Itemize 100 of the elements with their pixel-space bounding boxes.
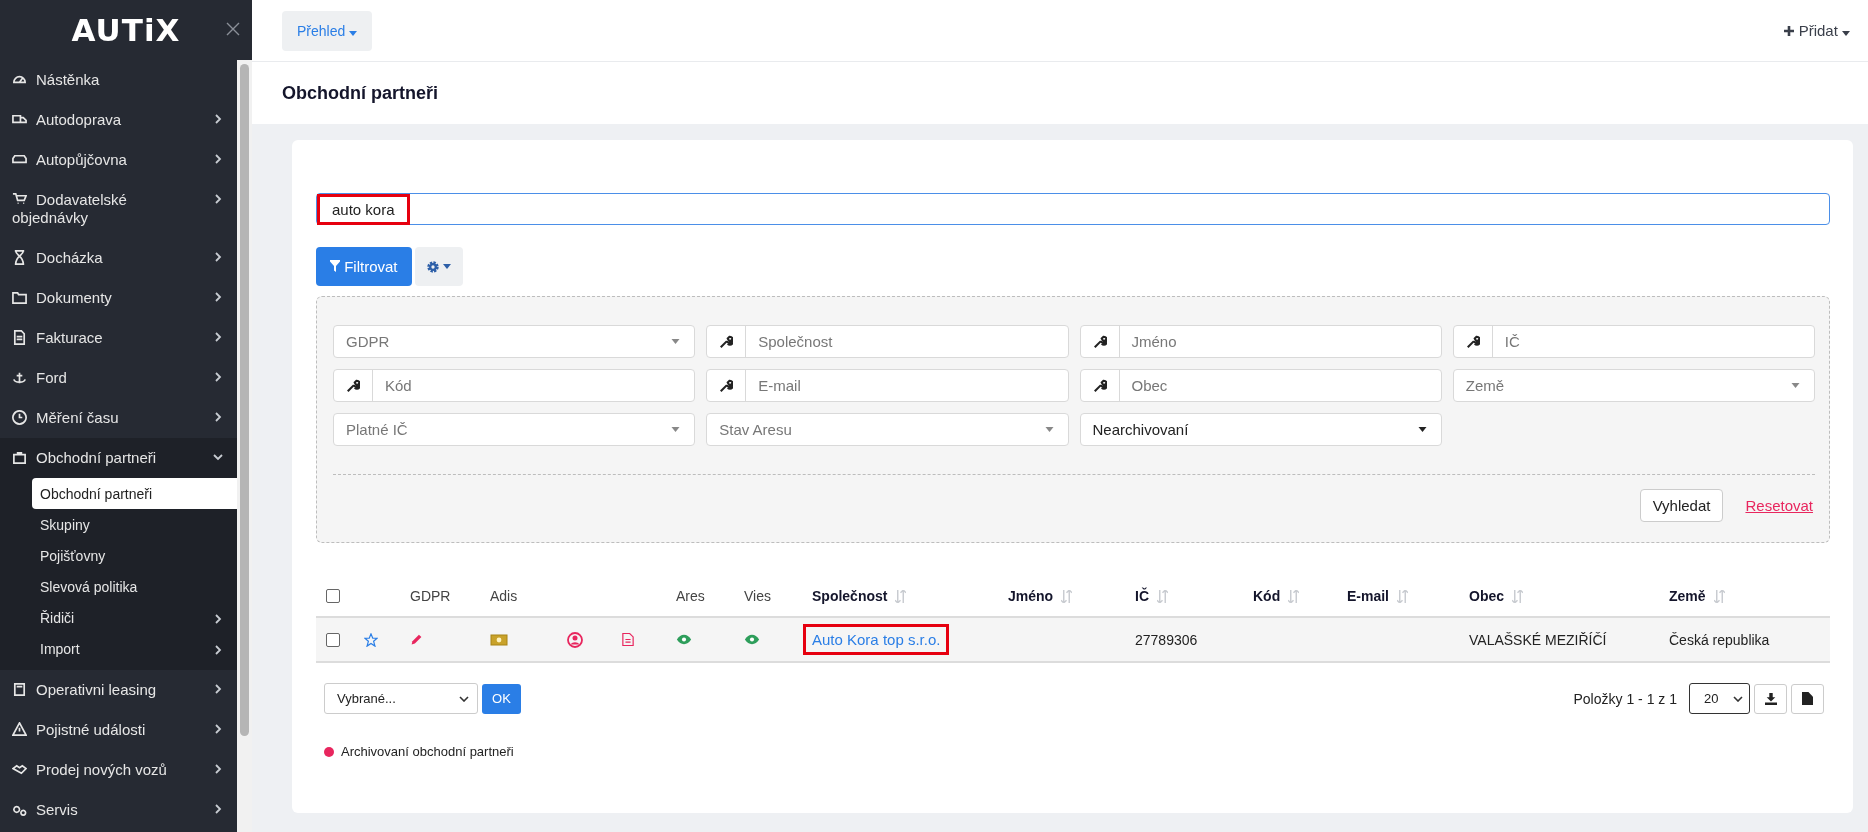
download-icon <box>1764 692 1777 705</box>
eye-icon[interactable] <box>676 634 692 645</box>
chevron-icon <box>1733 695 1743 702</box>
caret-icon <box>671 339 681 344</box>
input-field[interactable]: Obec <box>1079 369 1442 402</box>
column-header[interactable]: E-mail <box>1347 588 1389 604</box>
wrench-icon <box>1465 334 1480 349</box>
menu-item[interactable]: Fakturace <box>0 318 237 358</box>
column-header[interactable]: Země <box>1669 588 1706 604</box>
input-field[interactable]: Kód <box>333 369 696 402</box>
overview-dropdown-button[interactable]: Přehled <box>282 10 373 51</box>
menu-item[interactable]: Servis <box>0 790 237 830</box>
column-header[interactable]: Kód <box>1253 588 1281 604</box>
column-header[interactable]: Jméno <box>1008 588 1054 604</box>
caret-icon <box>671 427 681 432</box>
settings-dropdown-button[interactable] <box>414 247 463 286</box>
submenu-item[interactable]: Import <box>32 633 237 664</box>
column-header[interactable]: Ares <box>676 588 705 604</box>
chevron-icon <box>213 114 223 124</box>
menu-item[interactable]: Dodavatelské objednávky <box>0 180 237 238</box>
menu-item[interactable]: Nástěnka <box>0 60 237 100</box>
select-field[interactable]: Země <box>1452 369 1815 402</box>
input-field[interactable]: E-mail <box>706 369 1069 402</box>
banknote-icon[interactable] <box>490 633 508 646</box>
table-cell: 27789306 <box>1135 631 1198 648</box>
select-field[interactable]: GDPR <box>333 325 696 358</box>
chevron-icon <box>213 412 223 422</box>
ok-button[interactable]: OK <box>482 683 521 714</box>
chevron-icon <box>213 252 223 262</box>
filter-button[interactable]: Filtrovat <box>316 247 412 286</box>
eye-icon[interactable] <box>744 634 760 645</box>
clock-icon <box>12 410 27 425</box>
reset-link[interactable]: Resetovat <box>1745 497 1813 514</box>
column-header[interactable]: Obec <box>1469 588 1504 604</box>
menu-item[interactable]: Docházka <box>0 238 237 278</box>
chevron-icon <box>213 452 223 462</box>
pagination-summary: Položky 1 - 1 z 1 <box>1573 690 1677 707</box>
input-field[interactable]: Jméno <box>1079 325 1442 358</box>
table-cell: Česká republika <box>1669 631 1770 648</box>
column-header[interactable]: IČ <box>1135 588 1149 604</box>
legend-label: Archivovaní obchodní partneři <box>341 744 514 759</box>
document-icon <box>12 330 27 345</box>
select-field[interactable]: Platné IČ <box>333 413 696 446</box>
table-cell: VALAŠSKÉ MEZIŘÍČÍ <box>1469 631 1607 648</box>
submenu-item[interactable]: Obchodní partneři <box>32 478 237 509</box>
file-icon <box>1802 692 1813 705</box>
menu-item[interactable]: Prodej nových vozů <box>0 750 237 790</box>
warning-icon <box>12 722 27 737</box>
cart-icon <box>12 192 27 207</box>
scrollbar-thumb[interactable] <box>240 64 249 736</box>
column-header[interactable]: Společnost <box>812 588 888 604</box>
user-icon[interactable] <box>567 631 583 648</box>
search-button[interactable]: Vyhledat <box>1639 489 1724 522</box>
document-icon[interactable] <box>622 632 634 647</box>
submenu-item[interactable]: Pojišťovny <box>32 540 237 571</box>
input-field[interactable]: IČ <box>1452 325 1815 358</box>
caret-icon <box>349 30 358 36</box>
add-dropdown-button[interactable]: Přidat <box>1778 21 1856 40</box>
submenu-item[interactable]: Skupiny <box>32 509 237 540</box>
menu-item[interactable]: Autopůjčovna <box>0 140 237 180</box>
column-header[interactable]: GDPR <box>410 588 451 604</box>
select-field[interactable]: Stav Aresu <box>706 413 1069 446</box>
submenu-item[interactable]: Řidiči <box>32 602 237 633</box>
logo: AUTiX <box>71 12 181 48</box>
chevron-icon <box>213 154 223 164</box>
input-field[interactable]: Společnost <box>706 325 1069 358</box>
page-title: Obchodní partneři <box>282 82 438 104</box>
menu-item[interactable]: Obchodní partneři <box>0 438 237 478</box>
search-field[interactable]: auto kora <box>316 193 1830 225</box>
chevron-icon <box>213 614 223 624</box>
folder-icon <box>12 290 27 305</box>
star-icon[interactable] <box>364 632 378 647</box>
chevron-icon <box>213 332 223 342</box>
caret-icon <box>1417 427 1427 432</box>
search-value: auto kora <box>317 193 410 225</box>
menu-item[interactable]: Ford <box>0 358 237 398</box>
settings-icon <box>426 259 440 274</box>
column-header[interactable]: Adis <box>490 588 518 604</box>
close-icon[interactable] <box>226 22 240 36</box>
menu-item[interactable]: Operativni leasing <box>0 670 237 710</box>
wrench-icon <box>346 378 360 393</box>
submenu-item[interactable]: Slevová politika <box>32 571 237 602</box>
export-button[interactable] <box>1791 683 1824 714</box>
company-link[interactable]: Auto Kora top s.r.o. <box>803 624 950 655</box>
column-header[interactable]: Vies <box>744 588 771 604</box>
row-checkbox[interactable] <box>326 632 340 647</box>
select-all-checkbox[interactable] <box>326 589 340 603</box>
menu-item[interactable]: Měření času <box>0 398 237 438</box>
briefcase-icon <box>12 450 27 465</box>
menu-item[interactable]: Pojistné události <box>0 710 237 750</box>
wrench-icon <box>719 378 734 393</box>
menu-item[interactable]: Autodoprava <box>0 100 237 140</box>
download-button[interactable] <box>1754 683 1787 714</box>
menu-item[interactable]: Dokumenty <box>0 278 237 318</box>
pencil-icon[interactable] <box>410 633 423 646</box>
select-field[interactable]: Nearchivovaní <box>1079 413 1442 446</box>
bulk-action-select[interactable]: Vybrané... <box>324 683 478 714</box>
chevron-icon <box>213 804 223 814</box>
page-size-select[interactable]: 20 <box>1689 683 1750 714</box>
chevron-icon <box>459 695 469 702</box>
